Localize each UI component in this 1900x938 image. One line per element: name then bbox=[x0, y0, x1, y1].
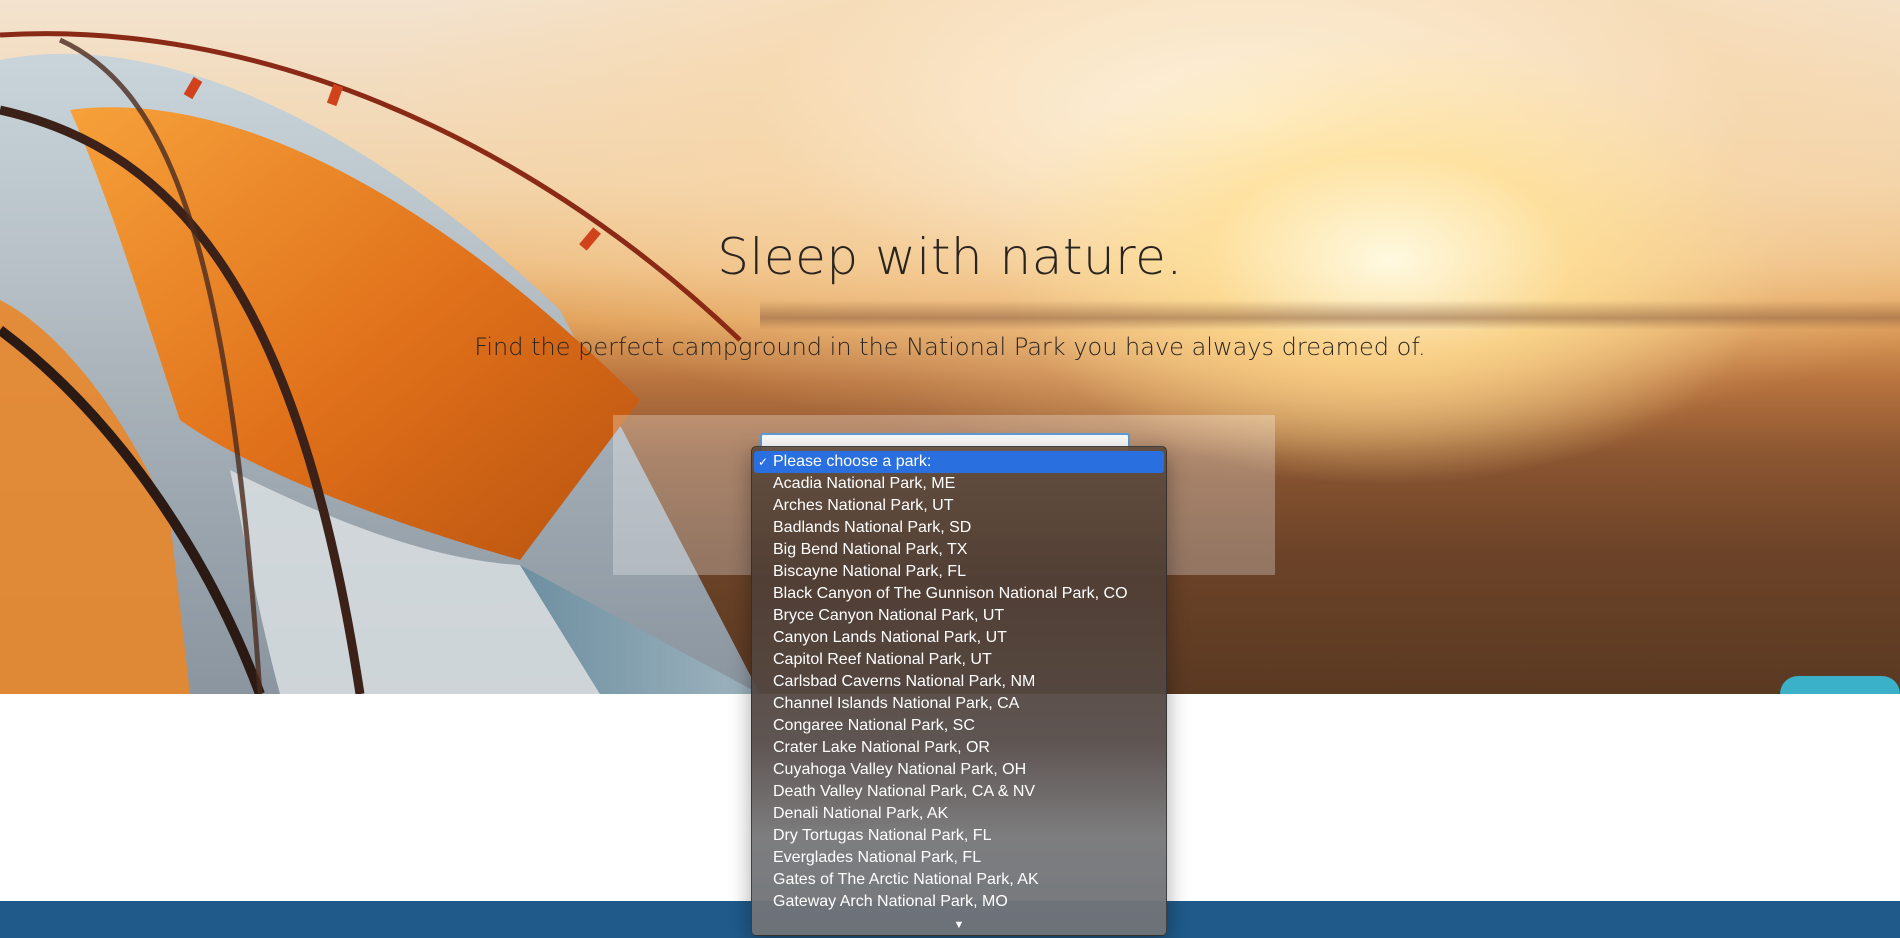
park-select-dropdown[interactable]: ✓ Please choose a park: Acadia National … bbox=[751, 446, 1167, 936]
park-option[interactable]: Everglades National Park, FL bbox=[752, 847, 1166, 869]
park-option[interactable]: Canyon Lands National Park, UT bbox=[752, 627, 1166, 649]
park-option[interactable]: Capitol Reef National Park, UT bbox=[752, 649, 1166, 671]
park-option[interactable]: Death Valley National Park, CA & NV bbox=[752, 781, 1166, 803]
park-option[interactable]: Gates of The Arctic National Park, AK bbox=[752, 869, 1166, 891]
checkmark-icon: ✓ bbox=[758, 455, 769, 469]
park-option[interactable]: Congaree National Park, SC bbox=[752, 715, 1166, 737]
park-option[interactable]: Arches National Park, UT bbox=[752, 495, 1166, 517]
cooler-object bbox=[1780, 676, 1900, 694]
scroll-down-arrow-icon[interactable]: ▼ bbox=[752, 919, 1166, 931]
park-option[interactable]: Crater Lake National Park, OR bbox=[752, 737, 1166, 759]
park-option[interactable]: Channel Islands National Park, CA bbox=[752, 693, 1166, 715]
park-option[interactable]: Dry Tortugas National Park, FL bbox=[752, 825, 1166, 847]
park-option[interactable]: Black Canyon of The Gunnison National Pa… bbox=[752, 583, 1166, 605]
park-option-placeholder[interactable]: ✓ Please choose a park: bbox=[754, 451, 1164, 473]
park-option[interactable]: Denali National Park, AK bbox=[752, 803, 1166, 825]
park-option[interactable]: Big Bend National Park, TX bbox=[752, 539, 1166, 561]
hero-headline: Sleep with nature. bbox=[717, 228, 1183, 286]
park-option-list: ✓ Please choose a park: Acadia National … bbox=[752, 447, 1166, 925]
page: Sleep with nature. Find the perfect camp… bbox=[0, 0, 1900, 938]
park-option[interactable]: Bryce Canyon National Park, UT bbox=[752, 605, 1166, 627]
hero-subline: Find the perfect campground in the Natio… bbox=[474, 333, 1426, 361]
park-option[interactable]: Gateway Arch National Park, MO bbox=[752, 891, 1166, 913]
park-option[interactable]: Biscayne National Park, FL bbox=[752, 561, 1166, 583]
horizon-haze bbox=[760, 300, 1900, 330]
park-option[interactable]: Carlsbad Caverns National Park, NM bbox=[752, 671, 1166, 693]
park-option[interactable]: Badlands National Park, SD bbox=[752, 517, 1166, 539]
park-option-label: Please choose a park: bbox=[773, 453, 932, 470]
park-option[interactable]: Acadia National Park, ME bbox=[752, 473, 1166, 495]
park-option[interactable]: Cuyahoga Valley National Park, OH bbox=[752, 759, 1166, 781]
